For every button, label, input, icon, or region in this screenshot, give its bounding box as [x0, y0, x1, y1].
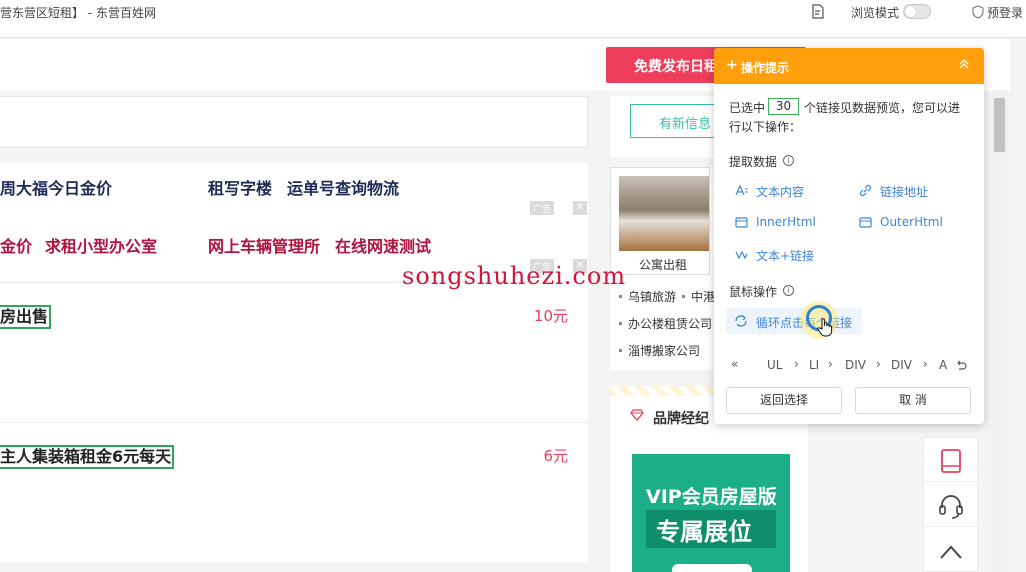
- listing-title[interactable]: 房出售: [0, 305, 52, 329]
- action-inner-html[interactable]: InnerHtml: [756, 215, 816, 229]
- vip-button-shape: [672, 564, 752, 572]
- crumb-div[interactable]: DIV: [845, 358, 866, 372]
- double-chevron-left-icon[interactable]: «: [731, 357, 738, 371]
- selected-suffix: 个链接见数据预览，您可以进: [804, 101, 961, 115]
- browser-tab-bar: 营东营区短租】 - 东营百姓网 浏览模式 预登录: [0, 0, 1026, 38]
- tablet-icon: [941, 449, 961, 473]
- hot-link[interactable]: 运单号查询物流: [287, 175, 399, 199]
- hot-link[interactable]: 在线网速测试: [335, 233, 431, 257]
- scrollbar-thumb[interactable]: [994, 98, 1005, 152]
- action-outer-html[interactable]: OuterHtml: [880, 215, 943, 229]
- listing-price: 10元: [533, 307, 568, 325]
- search-area[interactable]: [0, 96, 588, 148]
- cancel-button[interactable]: 取 消: [855, 387, 971, 414]
- selected-count: 30: [768, 98, 799, 115]
- chevron-up-icon: [940, 545, 962, 559]
- side-link[interactable]: 乌镇旅游: [618, 288, 676, 305]
- side-link[interactable]: 淄博搬家公司: [618, 342, 700, 359]
- hot-link[interactable]: 求租小型办公室: [45, 233, 157, 257]
- watermark-text: songshuhezi.com: [402, 262, 627, 290]
- brand-title: 品牌经纪: [653, 411, 709, 427]
- crumb-li[interactable]: LI: [809, 358, 819, 372]
- photo-caption[interactable]: 公寓出租: [639, 256, 687, 273]
- headset-icon: [939, 495, 963, 519]
- operation-panel-title: 操作提示: [741, 61, 790, 75]
- hot-link[interactable]: 租写字楼: [208, 175, 272, 199]
- customer-service-button[interactable]: [924, 483, 977, 527]
- floating-toolbar: [923, 437, 978, 572]
- hot-link[interactable]: 金价: [0, 233, 32, 257]
- extract-section-title: 提取数据: [729, 155, 778, 169]
- chevron-right-icon: ›: [828, 357, 833, 371]
- operation-panel: + 操作提示 已选中 30 个链接见数据预览，您可以进 行以下操作： 提取数据 …: [714, 48, 984, 424]
- plus-icon: +: [726, 57, 738, 73]
- browse-mode-toggle[interactable]: [903, 4, 931, 19]
- list-item[interactable]: 主人集装箱租金6元每天 6元: [0, 422, 588, 562]
- reader-mode-icon[interactable]: [811, 4, 825, 19]
- mouse-section-title: 鼠标操作: [729, 285, 778, 299]
- apartment-photo[interactable]: [619, 176, 709, 251]
- selected-prefix: 已选中: [729, 101, 766, 115]
- crumb-div[interactable]: DIV: [891, 358, 912, 372]
- info-icon[interactable]: i: [783, 285, 794, 296]
- info-icon[interactable]: i: [783, 155, 794, 166]
- back-select-button[interactable]: 返回选择: [726, 387, 842, 414]
- double-chevron-up-icon[interactable]: [958, 58, 970, 70]
- apartment-ad[interactable]: 公寓出租: [610, 167, 710, 275]
- action-text-content[interactable]: 文本内容: [756, 183, 804, 200]
- hot-link[interactable]: 周大福今日金价: [0, 175, 112, 199]
- chevron-right-icon: ›: [794, 357, 799, 371]
- hot-link[interactable]: 网上车辆管理所: [208, 233, 320, 257]
- ad-close-icon[interactable]: ✕: [573, 201, 587, 215]
- listing-price: 6元: [543, 447, 568, 465]
- listing-title[interactable]: 主人集装箱租金6元每天: [0, 445, 175, 469]
- undo-icon[interactable]: [956, 360, 967, 371]
- link-icon: [859, 184, 872, 197]
- mobile-button[interactable]: [924, 438, 977, 482]
- tab-title[interactable]: 营东营区短租】 - 东营百姓网: [0, 4, 156, 21]
- crumb-ul[interactable]: UL: [767, 358, 782, 372]
- crumb-a[interactable]: A: [939, 358, 947, 372]
- loop-click-icon: [735, 315, 747, 327]
- inner-html-icon: [735, 217, 748, 228]
- chevron-right-icon: ›: [876, 357, 881, 371]
- side-link[interactable]: 办公楼租赁公司: [618, 315, 712, 332]
- outer-html-icon: [859, 217, 872, 228]
- hand-cursor-icon: [817, 318, 833, 337]
- ad-label: 广告: [530, 201, 555, 215]
- loop-click-action[interactable]: 循环点击每个链接: [726, 308, 862, 334]
- scrollbar-track[interactable]: [992, 90, 1007, 572]
- shield-icon: [972, 5, 984, 19]
- side-link[interactable]: 中港: [681, 288, 715, 305]
- back-to-top-button[interactable]: [924, 528, 977, 572]
- list-item[interactable]: 房出售 10元: [0, 282, 588, 422]
- vip-banner[interactable]: VIP会员房屋版 专属展位: [632, 454, 790, 572]
- action-text-and-link[interactable]: 文本+链接: [756, 247, 814, 264]
- vip-title: VIP会员房屋版: [646, 486, 777, 508]
- vip-subtitle: 专属展位: [656, 518, 752, 546]
- browse-mode-label: 浏览模式: [851, 6, 900, 20]
- action-link-address[interactable]: 链接地址: [880, 183, 928, 200]
- chevron-right-icon: ›: [923, 357, 928, 371]
- login-label[interactable]: 预登录: [987, 4, 1023, 21]
- text-content-icon: [735, 184, 748, 196]
- diamond-icon: [630, 409, 644, 421]
- text-link-icon: [735, 250, 748, 260]
- operation-panel-header[interactable]: + 操作提示: [714, 48, 984, 84]
- selected-line2: 行以下操作：: [729, 120, 802, 134]
